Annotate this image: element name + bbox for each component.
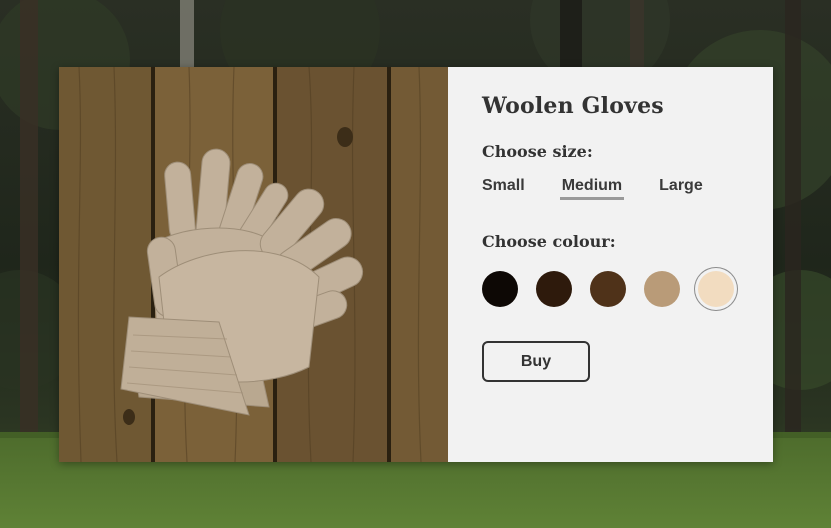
size-selector: Small Medium Large [482,177,703,200]
size-label: Choose size: [482,142,593,161]
colour-swatch-dark-brown[interactable] [536,271,572,307]
product-card: Woolen Gloves Choose size: Small Medium … [59,67,773,462]
size-option-small[interactable]: Small [482,177,525,200]
page-background: Woolen Gloves Choose size: Small Medium … [0,0,831,528]
buy-button[interactable]: Buy [482,341,590,382]
gloves-image [59,67,448,462]
product-details-panel: Woolen Gloves Choose size: Small Medium … [448,67,773,462]
product-title: Woolen Gloves [482,93,664,119]
colour-swatch-black[interactable] [482,271,518,307]
colour-selector [482,271,752,307]
product-photo [59,67,448,462]
colour-swatch-tan[interactable] [644,271,680,307]
colour-swatch-cream[interactable] [698,271,734,307]
colour-label: Choose colour: [482,232,616,251]
colour-swatch-brown[interactable] [590,271,626,307]
size-option-medium[interactable]: Medium [559,177,625,200]
size-option-large[interactable]: Large [659,177,703,200]
